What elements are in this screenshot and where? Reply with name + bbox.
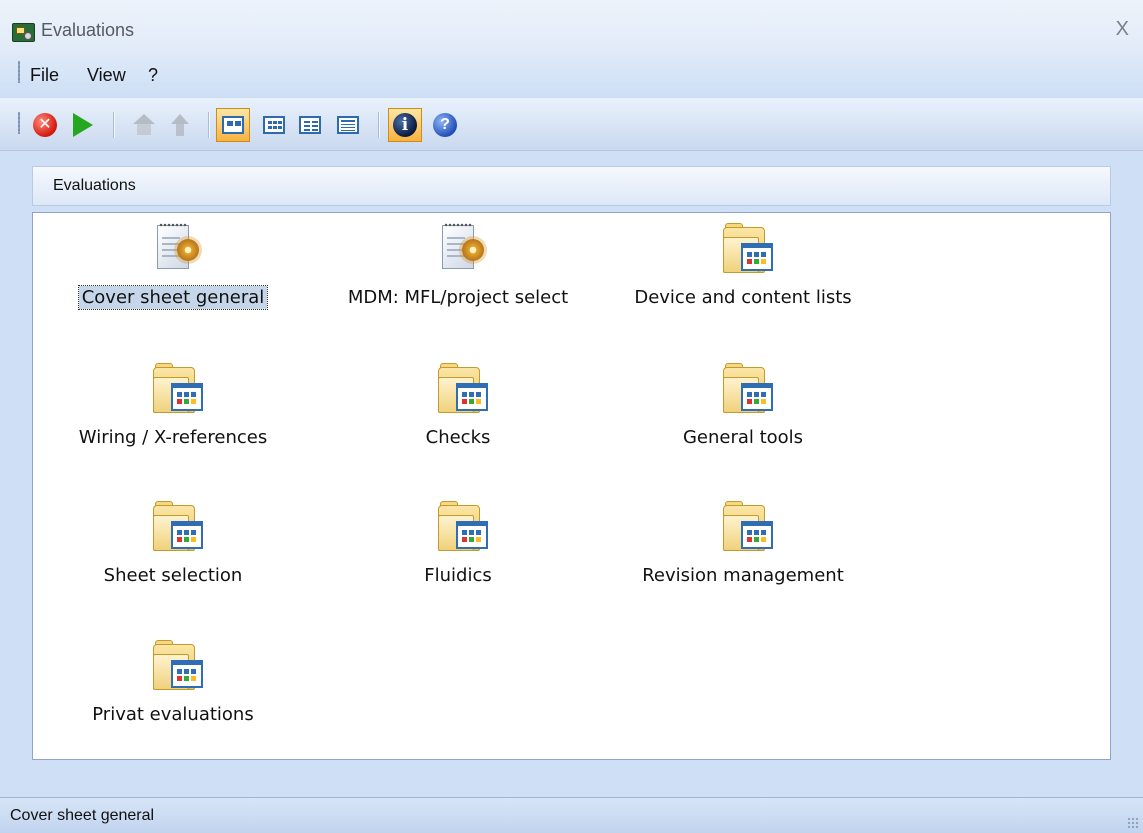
menu-file[interactable]: File xyxy=(30,65,59,86)
large-icons-view-button[interactable] xyxy=(216,108,250,142)
stop-icon: ✕ xyxy=(33,113,57,137)
item-label: Sheet selection xyxy=(103,565,243,586)
item-fluidics[interactable]: Fluidics xyxy=(318,491,598,621)
item-general-tools[interactable]: General tools xyxy=(603,353,883,483)
item-cover-sheet-general[interactable]: Cover sheet general xyxy=(33,213,313,343)
toolbar-grip[interactable] xyxy=(18,112,20,134)
item-label: Checks xyxy=(425,427,491,448)
play-icon xyxy=(73,113,93,137)
info-button[interactable]: i xyxy=(388,108,422,142)
item-label: General tools xyxy=(682,427,804,448)
document-gear-icon xyxy=(438,223,490,273)
item-label: MDM: MFL/project select xyxy=(347,287,569,308)
small-icons-view-button[interactable] xyxy=(257,108,291,142)
home-icon xyxy=(133,114,155,136)
close-button[interactable]: X xyxy=(1116,18,1129,41)
stop-button[interactable]: ✕ xyxy=(28,108,62,142)
folder-icon xyxy=(153,501,205,551)
item-label: Wiring / X-references xyxy=(78,427,268,448)
resize-grip-icon[interactable] xyxy=(1127,817,1139,829)
evaluations-list[interactable]: Cover sheet general MDM: MFL/project sel… xyxy=(32,212,1111,760)
folder-icon xyxy=(438,501,490,551)
app-icon xyxy=(12,23,35,42)
item-label: Cover sheet general xyxy=(33,285,313,310)
item-label: Device and content lists xyxy=(634,287,852,308)
menu-bar: File View ? xyxy=(0,52,1143,98)
large-icons-view-icon xyxy=(222,116,244,134)
up-button[interactable] xyxy=(163,108,197,142)
item-sheet-selection[interactable]: Sheet selection xyxy=(33,491,313,621)
item-device-and-content-lists[interactable]: Device and content lists xyxy=(603,213,883,343)
title-bar: Evaluations X xyxy=(0,0,1143,52)
item-privat-evaluations[interactable]: Privat evaluations xyxy=(33,630,313,760)
folder-icon xyxy=(723,363,775,413)
toolbar-separator xyxy=(378,112,379,138)
panel-header: Evaluations xyxy=(32,166,1111,206)
details-view-button[interactable] xyxy=(331,108,365,142)
item-wiring-x-references[interactable]: Wiring / X-references xyxy=(33,353,313,483)
document-gear-icon xyxy=(153,223,205,273)
up-arrow-icon xyxy=(171,114,189,136)
info-icon: i xyxy=(393,113,417,137)
status-bar: Cover sheet general xyxy=(0,797,1143,833)
list-view-button[interactable] xyxy=(293,108,327,142)
item-checks[interactable]: Checks xyxy=(318,353,598,483)
toolbar: ✕ i ? xyxy=(0,98,1143,151)
folder-icon xyxy=(153,640,205,690)
folder-icon xyxy=(723,223,775,273)
home-button[interactable] xyxy=(127,108,161,142)
evaluations-window: Evaluations X File View ? ✕ i ? Evaluati… xyxy=(0,0,1143,833)
list-view-icon xyxy=(299,116,321,134)
folder-icon xyxy=(723,501,775,551)
run-button[interactable] xyxy=(66,108,100,142)
window-title: Evaluations xyxy=(41,20,135,40)
help-icon: ? xyxy=(433,113,457,137)
folder-icon xyxy=(153,363,205,413)
status-text: Cover sheet general xyxy=(10,807,155,824)
toolbar-separator xyxy=(113,112,114,138)
details-view-icon xyxy=(337,116,359,134)
panel-title: Evaluations xyxy=(53,177,136,194)
small-icons-view-icon xyxy=(263,116,285,134)
folder-icon xyxy=(438,363,490,413)
item-mdm-mfl-project-select[interactable]: MDM: MFL/project select xyxy=(318,213,598,343)
menu-grip[interactable] xyxy=(18,61,20,83)
item-label: Fluidics xyxy=(424,565,492,586)
menu-help[interactable]: ? xyxy=(148,65,158,86)
help-button[interactable]: ? xyxy=(428,108,462,142)
item-revision-management[interactable]: Revision management xyxy=(603,491,883,621)
menu-view[interactable]: View xyxy=(87,65,126,86)
toolbar-separator xyxy=(208,112,209,138)
item-label: Privat evaluations xyxy=(92,704,254,725)
item-label: Revision management xyxy=(642,565,844,586)
